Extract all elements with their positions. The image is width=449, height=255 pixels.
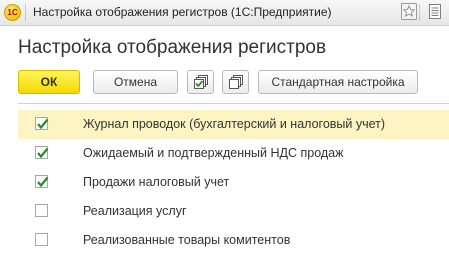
uncheck-all-icon bbox=[228, 74, 244, 97]
register-checkbox[interactable] bbox=[35, 146, 49, 159]
default-settings-button[interactable]: Стандартная настройка bbox=[258, 70, 418, 94]
uncheck-all-button[interactable] bbox=[222, 70, 249, 94]
list-item-label: Реализованные товары комитентов bbox=[83, 233, 291, 247]
registers-list: Журнал проводок (бухгалтерский и налогов… bbox=[18, 103, 449, 255]
list-item[interactable]: Реализованные товары комитентов bbox=[18, 226, 449, 255]
check-all-button[interactable] bbox=[187, 70, 214, 94]
cancel-button[interactable]: Отмена bbox=[93, 70, 178, 94]
app-window: 1С Настройка отображения регистров (1С:П… bbox=[0, 0, 449, 254]
check-all-icon bbox=[193, 74, 209, 97]
window-title: Настройка отображения регистров (1С:Пред… bbox=[33, 5, 332, 19]
register-checkbox[interactable] bbox=[35, 117, 49, 130]
app-logo[interactable]: 1С bbox=[4, 4, 21, 21]
title-bar: 1С Настройка отображения регистров (1С:П… bbox=[0, 0, 449, 26]
title-divider bbox=[25, 4, 26, 21]
ok-button[interactable]: ОК bbox=[18, 70, 80, 94]
list-item-label: Журнал проводок (бухгалтерский и налогов… bbox=[83, 117, 386, 131]
favorite-star-icon[interactable] bbox=[401, 3, 417, 20]
list-item[interactable]: Реализация услуг bbox=[18, 197, 449, 226]
list-item[interactable]: Журнал проводок (бухгалтерский и налогов… bbox=[18, 110, 449, 139]
list-item[interactable]: Ожидаемый и подтвержденный НДС продаж bbox=[18, 139, 449, 168]
page-title: Настройка отображения регистров bbox=[18, 37, 327, 58]
list-item[interactable]: Продажи налоговый учет bbox=[18, 168, 449, 197]
checkmark-icon bbox=[37, 147, 49, 159]
register-checkbox[interactable] bbox=[35, 204, 48, 217]
list-item-label: Реализация услуг bbox=[83, 204, 187, 218]
checkmark-icon bbox=[37, 176, 49, 188]
checkmark-icon bbox=[37, 118, 49, 130]
document-menu-icon[interactable] bbox=[427, 3, 443, 20]
list-item-label: Продажи налоговый учет bbox=[83, 175, 230, 189]
title-button-divider bbox=[419, 4, 420, 21]
list-item-label: Ожидаемый и подтвержденный НДС продаж bbox=[83, 146, 344, 160]
register-checkbox[interactable] bbox=[35, 233, 48, 246]
register-checkbox[interactable] bbox=[35, 175, 49, 188]
